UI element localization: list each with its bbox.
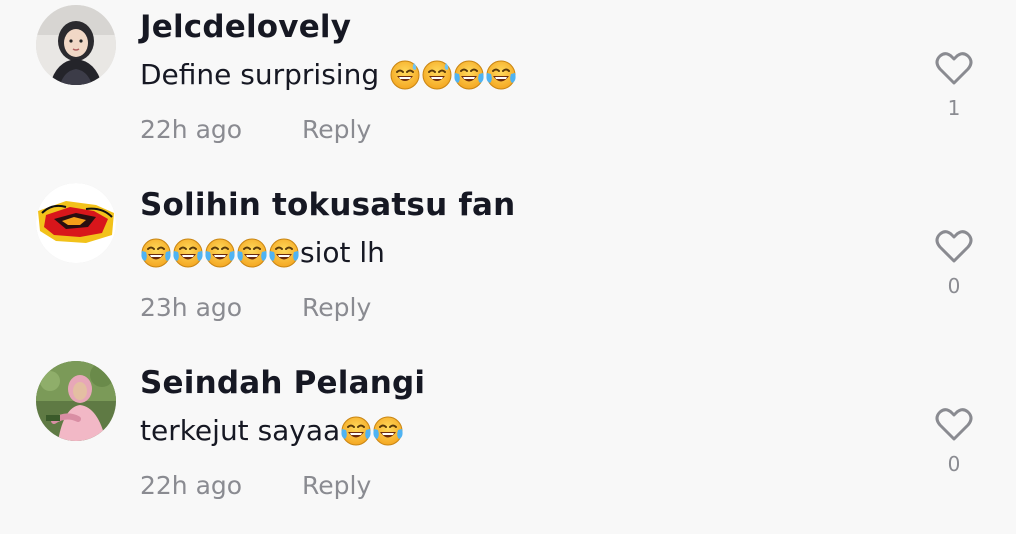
comment-body: terkejut sayaa bbox=[140, 414, 341, 447]
avatar[interactable] bbox=[36, 183, 116, 263]
reply-button[interactable]: Reply bbox=[302, 293, 371, 322]
like-count: 0 bbox=[947, 452, 961, 476]
heart-icon[interactable] bbox=[935, 230, 973, 264]
comment-body: Define surprising bbox=[140, 58, 380, 91]
username[interactable]: Jelcdelovely bbox=[140, 7, 351, 47]
comment-item: Solihin tokusatsu fan siot lh 23h ago Re… bbox=[0, 178, 1016, 356]
comment-meta: 22h ago Reply bbox=[140, 110, 371, 150]
emoji-group bbox=[140, 237, 300, 269]
timestamp: 22h ago bbox=[140, 471, 243, 500]
like-control: 0 bbox=[934, 230, 974, 298]
comment-text: Define surprising bbox=[140, 55, 517, 95]
avatar[interactable] bbox=[36, 361, 116, 441]
comment-text: siot lh bbox=[140, 233, 385, 273]
comment-item: Jelcdelovely Define surprising 22h ago R… bbox=[0, 0, 1016, 178]
heart-icon[interactable] bbox=[935, 408, 973, 442]
like-count: 1 bbox=[947, 96, 961, 120]
comment-text: terkejut sayaa bbox=[140, 411, 404, 451]
comment-meta: 22h ago Reply bbox=[140, 466, 371, 506]
joy-emoji-icon bbox=[204, 237, 236, 269]
joy-emoji-icon bbox=[236, 237, 268, 269]
joy-emoji-icon bbox=[340, 415, 372, 447]
joy-emoji-icon bbox=[140, 237, 172, 269]
timestamp: 23h ago bbox=[140, 293, 243, 322]
emoji-group bbox=[389, 59, 517, 91]
joy-emoji-icon bbox=[453, 59, 485, 91]
joy-emoji-icon bbox=[485, 59, 517, 91]
timestamp: 22h ago bbox=[140, 115, 243, 144]
comment-body: siot lh bbox=[300, 236, 385, 269]
like-control: 1 bbox=[934, 52, 974, 120]
like-count: 0 bbox=[947, 274, 961, 298]
sweat-smile-emoji-icon bbox=[421, 59, 453, 91]
avatar[interactable] bbox=[36, 5, 116, 85]
reply-button[interactable]: Reply bbox=[302, 115, 371, 144]
joy-emoji-icon bbox=[268, 237, 300, 269]
comment-meta: 23h ago Reply bbox=[140, 288, 371, 328]
sweat-smile-emoji-icon bbox=[389, 59, 421, 91]
username[interactable]: Solihin tokusatsu fan bbox=[140, 185, 515, 225]
username[interactable]: Seindah Pelangi bbox=[140, 363, 425, 403]
emoji-group bbox=[340, 415, 404, 447]
heart-icon[interactable] bbox=[935, 52, 973, 86]
joy-emoji-icon bbox=[172, 237, 204, 269]
like-control: 0 bbox=[934, 408, 974, 476]
comment-item: Seindah Pelangi terkejut sayaa 22h ago R… bbox=[0, 356, 1016, 534]
reply-button[interactable]: Reply bbox=[302, 471, 371, 500]
joy-emoji-icon bbox=[372, 415, 404, 447]
